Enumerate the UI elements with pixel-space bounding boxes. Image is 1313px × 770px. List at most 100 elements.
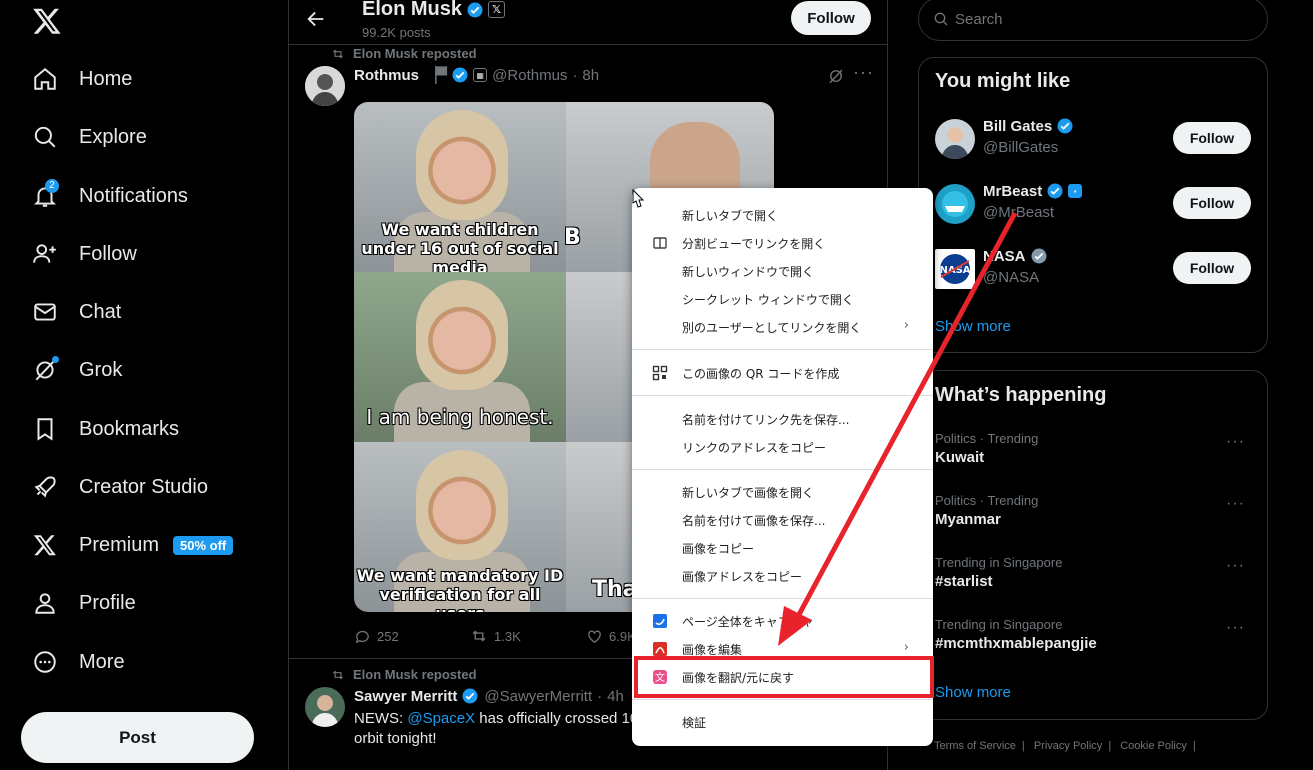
nav-bookmarks[interactable]: Bookmarks bbox=[30, 409, 179, 449]
menu-separator bbox=[632, 598, 933, 599]
mouse-cursor-icon bbox=[632, 188, 645, 208]
suggestion-name[interactable]: MrBeast ▪ bbox=[983, 182, 1083, 200]
avatar[interactable]: NASA bbox=[935, 249, 975, 289]
nav-follow[interactable]: Follow bbox=[30, 234, 137, 274]
qr-code-icon bbox=[652, 365, 668, 381]
who-to-follow-card: You might like Bill Gates @BillGates Fol… bbox=[918, 57, 1268, 353]
nav-profile[interactable]: Profile bbox=[30, 583, 136, 623]
menu-open-image-new-tab[interactable]: 新しいタブで画像を開く bbox=[632, 479, 933, 505]
grok-icon[interactable] bbox=[827, 67, 845, 85]
more-options-icon[interactable]: ··· bbox=[1226, 433, 1245, 451]
nav-grok[interactable]: Grok bbox=[30, 350, 122, 390]
tweet-time[interactable]: 4h bbox=[607, 688, 624, 705]
trend-topic: #starlist bbox=[935, 573, 993, 590]
show-more-link[interactable]: Show more bbox=[935, 684, 1011, 701]
more-options-icon[interactable]: ··· bbox=[1226, 495, 1245, 513]
reply-button[interactable]: 252 bbox=[354, 627, 470, 645]
repost-icon bbox=[472, 630, 486, 642]
tweet-author-handle[interactable]: @SawyerMerritt bbox=[484, 688, 592, 705]
more-options-icon[interactable]: ··· bbox=[1226, 557, 1245, 575]
more-options-icon[interactable]: ··· bbox=[1226, 619, 1245, 637]
terms-link[interactable]: Terms of Service bbox=[934, 740, 1016, 752]
avatar[interactable] bbox=[305, 66, 345, 106]
privacy-link[interactable]: Privacy Policy bbox=[1034, 740, 1102, 752]
back-arrow-icon[interactable] bbox=[305, 8, 327, 30]
add-person-icon bbox=[30, 239, 60, 269]
menu-label: 新しいタブで画像を開く bbox=[682, 485, 815, 500]
search-box[interactable] bbox=[918, 0, 1268, 41]
tweet-author-name[interactable]: Rothmus bbox=[354, 67, 419, 84]
menu-save-link-as[interactable]: 名前を付けてリンク先を保存... bbox=[632, 406, 933, 432]
menu-save-image-as[interactable]: 名前を付けて画像を保存... bbox=[632, 507, 933, 533]
show-more-link[interactable]: Show more bbox=[935, 318, 1011, 335]
menu-copy-image-address[interactable]: 画像アドレスをコピー bbox=[632, 563, 933, 589]
nav-explore-label: Explore bbox=[79, 125, 147, 148]
post-count: 99.2K posts bbox=[362, 25, 431, 40]
suggestion-name-text: Bill Gates bbox=[983, 117, 1053, 135]
menu-separator bbox=[632, 349, 933, 350]
trend-item[interactable]: Politics · Trending Kuwait ··· bbox=[935, 431, 1253, 475]
menu-open-new-window[interactable]: 新しいウィンドウで開く bbox=[632, 258, 933, 284]
menu-copy-link-address[interactable]: リンクのアドレスをコピー bbox=[632, 434, 933, 460]
nav-explore[interactable]: Explore bbox=[30, 117, 147, 157]
footer-separator: | bbox=[1021, 740, 1025, 752]
search-input[interactable] bbox=[955, 10, 1235, 28]
follow-mrbeast-button[interactable]: Follow bbox=[1173, 187, 1251, 219]
affiliate-icon: ▪ bbox=[1068, 184, 1083, 198]
trend-item[interactable]: Trending in Singapore #starlist ··· bbox=[935, 555, 1253, 599]
nav-creator-studio-label: Creator Studio bbox=[79, 475, 208, 498]
nav-home[interactable]: Home bbox=[30, 59, 132, 99]
x-logo-icon[interactable] bbox=[32, 6, 62, 36]
post-button[interactable]: Post bbox=[21, 712, 254, 763]
highlight-box bbox=[634, 656, 934, 698]
trend-item[interactable]: Trending in Singapore #mcmthxmablepangji… bbox=[935, 617, 1253, 661]
nav-profile-label: Profile bbox=[79, 591, 136, 614]
menu-label: リンクのアドレスをコピー bbox=[682, 440, 827, 455]
whats-happening-title: What’s happening bbox=[935, 384, 1107, 406]
more-options-icon[interactable]: ··· bbox=[853, 62, 874, 83]
menu-open-incognito[interactable]: シークレット ウィンドウで開く bbox=[632, 286, 933, 312]
tweet-separator: · bbox=[572, 66, 578, 84]
follow-nasa-button[interactable]: Follow bbox=[1173, 252, 1251, 284]
nav-premium[interactable]: Premium 50% off bbox=[30, 525, 234, 565]
suggestion-item[interactable]: MrBeast ▪ @MrBeast Follow bbox=[935, 182, 1253, 226]
flag-emoji-icon: ▕▀ bbox=[425, 67, 448, 84]
menu-open-split-view[interactable]: 分割ビューでリンクを開く bbox=[632, 230, 933, 256]
mention-link[interactable]: @SpaceX bbox=[407, 710, 475, 727]
menu-create-qr[interactable]: この画像の QR コードを作成 bbox=[632, 360, 933, 386]
trend-topic: Kuwait bbox=[935, 449, 985, 466]
menu-capture-full-page[interactable]: ページ全体をキャプチャ bbox=[632, 608, 933, 634]
nav-chat[interactable]: Chat bbox=[30, 292, 121, 332]
nav-follow-label: Follow bbox=[79, 242, 137, 265]
menu-open-new-tab[interactable]: 新しいタブで開く bbox=[632, 202, 933, 228]
follow-bill-gates-button[interactable]: Follow bbox=[1173, 122, 1251, 154]
suggestion-name[interactable]: NASA bbox=[983, 247, 1048, 265]
person-icon bbox=[30, 588, 60, 618]
nav-chat-label: Chat bbox=[79, 300, 122, 323]
avatar[interactable] bbox=[305, 687, 345, 727]
tweet-time[interactable]: 8h bbox=[582, 67, 599, 84]
menu-copy-image[interactable]: 画像をコピー bbox=[632, 535, 933, 561]
tweet-text-line2: orbit tonight! bbox=[354, 730, 437, 747]
trend-topic: Myanmar bbox=[935, 511, 1001, 528]
trend-item[interactable]: Politics · Trending Myanmar ··· bbox=[935, 493, 1253, 537]
tweet-author-name[interactable]: Sawyer Merritt bbox=[354, 688, 457, 705]
meme-right-text: B bbox=[564, 225, 581, 250]
nav-notifications-label: Notifications bbox=[79, 184, 188, 207]
avatar[interactable] bbox=[935, 119, 975, 159]
repost-button[interactable]: 1.3K bbox=[470, 627, 586, 645]
suggestion-item[interactable]: Bill Gates @BillGates Follow bbox=[935, 117, 1253, 161]
menu-open-as-user[interactable]: 別のユーザーとしてリンクを開く › bbox=[632, 314, 933, 340]
avatar[interactable] bbox=[935, 184, 975, 224]
cookie-link[interactable]: Cookie Policy bbox=[1120, 740, 1187, 752]
nav-creator-studio[interactable]: Creator Studio bbox=[30, 467, 208, 507]
nav-home-label: Home bbox=[79, 67, 133, 90]
follow-button[interactable]: Follow bbox=[791, 1, 871, 35]
nav-more[interactable]: More bbox=[30, 642, 125, 682]
menu-label: 検証 bbox=[682, 715, 707, 730]
nav-notifications[interactable]: 2 Notifications bbox=[30, 176, 188, 216]
suggestion-item[interactable]: NASA NASA @NASA Follow bbox=[935, 247, 1253, 291]
tweet-author-handle[interactable]: @Rothmus bbox=[492, 67, 567, 84]
suggestion-name[interactable]: Bill Gates bbox=[983, 117, 1074, 135]
menu-inspect[interactable]: 検証 bbox=[632, 709, 933, 735]
